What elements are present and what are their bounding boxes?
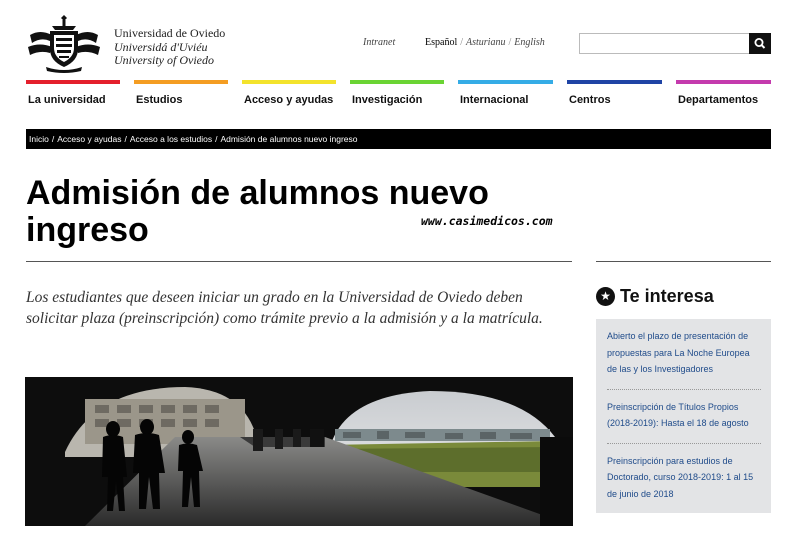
sidebar-header: ★ Te interesa bbox=[596, 286, 714, 307]
nav-color-bar bbox=[350, 80, 444, 84]
search-button[interactable] bbox=[749, 33, 771, 54]
breadcrumb-separator: / bbox=[215, 134, 218, 144]
nav-color-bar bbox=[26, 80, 120, 84]
language-selector: Español / Asturianu / English bbox=[425, 37, 545, 48]
sidebar-link-titulos-propios[interactable]: Preinscripción de Títulos Propios (2018-… bbox=[607, 399, 761, 443]
nav-label: Departamentos bbox=[678, 94, 759, 106]
main-navigation: La universidad Estudios Acceso y ayudas … bbox=[26, 80, 771, 110]
campus-arcade-photo bbox=[25, 377, 573, 526]
sidebar-link-doctorado[interactable]: Preinscripción para estudios de Doctorad… bbox=[607, 453, 761, 514]
sidebar-link-noche-europea[interactable]: Abierto el plazo de presentación de prop… bbox=[607, 328, 761, 389]
university-crest-logo[interactable] bbox=[26, 13, 102, 73]
nav-label: Centros bbox=[569, 94, 611, 106]
nav-label: La universidad bbox=[28, 94, 106, 106]
search-input[interactable] bbox=[580, 34, 748, 53]
university-name-ast: Universidá d'Uviéu bbox=[114, 39, 208, 54]
lang-separator: / bbox=[460, 37, 463, 48]
nav-item-centros[interactable]: Centros bbox=[567, 80, 662, 110]
sidebar-links-box: Abierto el plazo de presentación de prop… bbox=[596, 319, 771, 513]
sidebar-link-divider bbox=[607, 442, 761, 444]
lang-english[interactable]: English bbox=[514, 37, 545, 48]
lang-espanol[interactable]: Español bbox=[425, 37, 457, 48]
lang-separator: / bbox=[508, 37, 512, 48]
nav-item-internacional[interactable]: Internacional bbox=[458, 80, 553, 110]
title-divider bbox=[26, 261, 572, 262]
sidebar-title: Te interesa bbox=[620, 286, 714, 306]
page-title: Admisión de alumnos nuevo ingreso bbox=[26, 174, 489, 249]
nav-label: Internacional bbox=[460, 94, 529, 106]
breadcrumb-acceso-y-ayudas[interactable]: Acceso y ayudas bbox=[57, 134, 121, 144]
star-icon: ★ bbox=[596, 287, 615, 306]
university-name-en: University of Oviedo bbox=[114, 53, 214, 67]
intro-paragraph: Los estudiantes que deseen iniciar un gr… bbox=[26, 289, 543, 327]
search-icon bbox=[754, 38, 766, 49]
breadcrumb-current: Admisión de alumnos nuevo ingreso bbox=[220, 134, 358, 144]
breadcrumb-separator: / bbox=[124, 134, 127, 144]
breadcrumb-inicio[interactable]: Inicio bbox=[29, 134, 49, 144]
nav-color-bar bbox=[134, 80, 228, 84]
nav-item-la-universidad[interactable]: La universidad bbox=[26, 80, 120, 110]
breadcrumb-separator: / bbox=[51, 134, 55, 144]
intranet-link[interactable]: Intranet bbox=[363, 37, 395, 48]
breadcrumb: Inicio / Acceso y ayudas / Acceso a los estu… bbox=[26, 129, 771, 149]
nav-label: Acceso y ayudas bbox=[244, 94, 334, 106]
nav-item-estudios[interactable]: Estudios bbox=[134, 80, 228, 110]
nav-color-bar bbox=[676, 80, 771, 84]
university-name-es: Universidad de Oviedo bbox=[114, 26, 226, 40]
search-box bbox=[579, 33, 771, 54]
watermark-text: www.casimedicos.com bbox=[421, 214, 553, 228]
nav-item-departamentos[interactable]: Departamentos bbox=[676, 80, 771, 110]
nav-color-bar bbox=[242, 80, 336, 84]
lang-asturianu[interactable]: Asturianu bbox=[466, 37, 505, 48]
nav-item-investigacion[interactable]: Investigación bbox=[350, 80, 444, 110]
nav-label: Investigación bbox=[352, 94, 423, 106]
nav-color-bar bbox=[567, 80, 662, 84]
breadcrumb-acceso-a-los-estudios[interactable]: Acceso a los estudios bbox=[130, 134, 212, 144]
sidebar-link-divider bbox=[607, 388, 761, 390]
university-names[interactable]: Universidad de Oviedo Universidá d'Uviéu… bbox=[114, 26, 226, 68]
nav-item-acceso-y-ayudas[interactable]: Acceso y ayudas bbox=[242, 80, 336, 110]
nav-color-bar bbox=[458, 80, 553, 84]
sidebar-divider bbox=[596, 261, 771, 262]
nav-label: Estudios bbox=[136, 94, 183, 106]
